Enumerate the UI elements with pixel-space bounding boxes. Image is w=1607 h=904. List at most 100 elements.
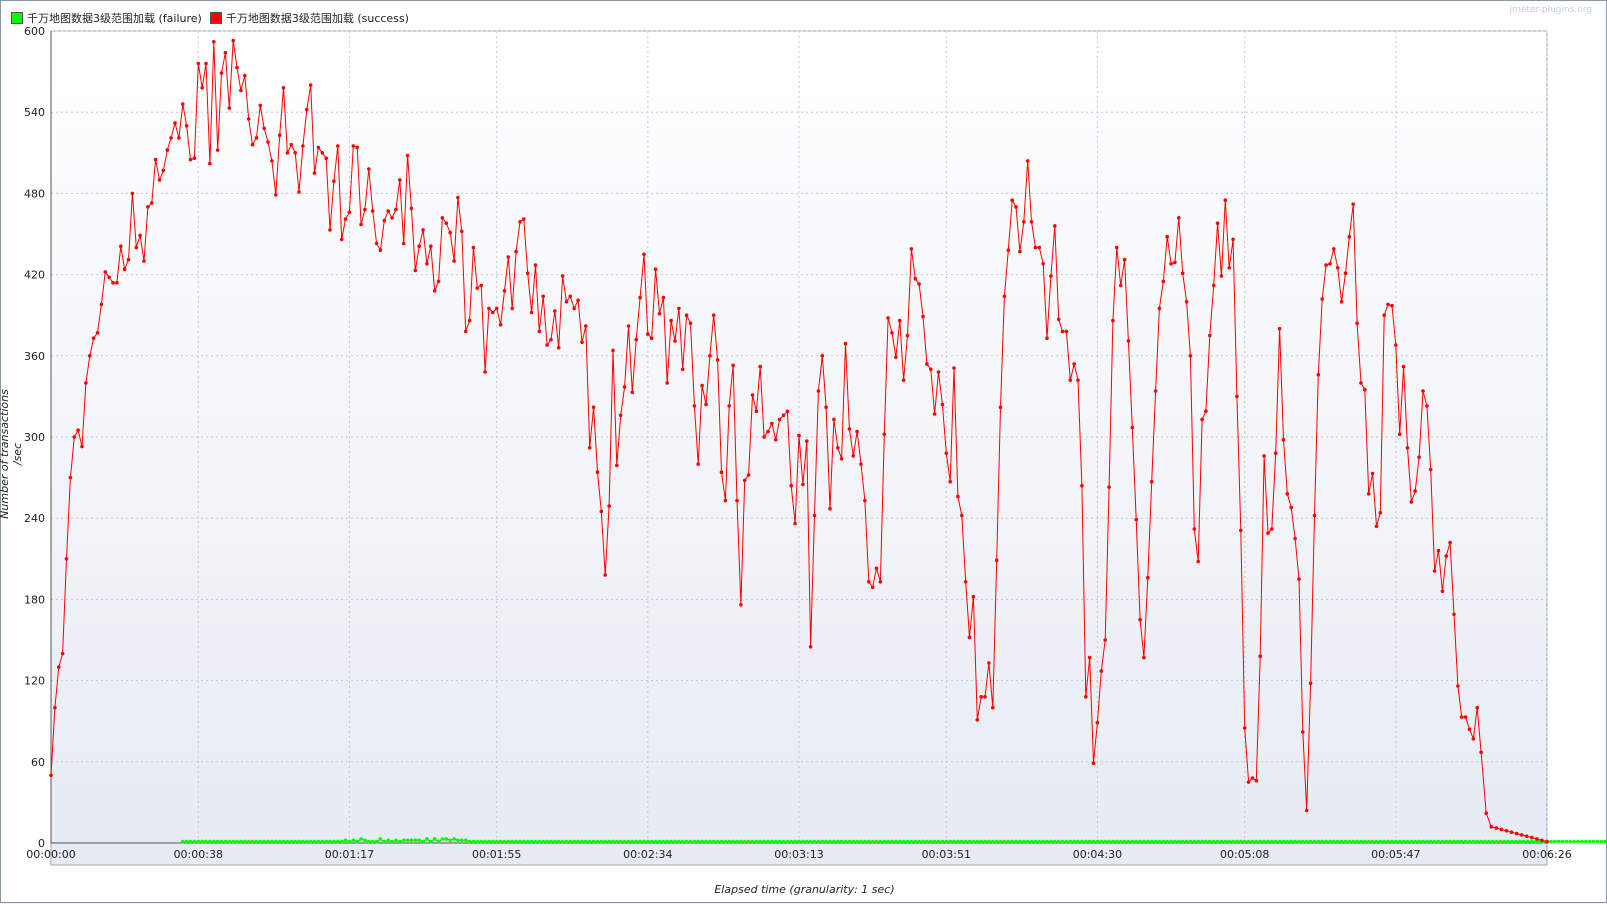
data-point (669, 318, 673, 323)
data-point (525, 271, 530, 276)
data-point (1149, 839, 1154, 844)
data-point (936, 839, 941, 844)
data-point (1277, 839, 1282, 844)
data-point (948, 479, 952, 484)
data-point (285, 151, 290, 155)
legend-swatch-success (209, 12, 222, 24)
data-point (1363, 387, 1367, 392)
data-point (572, 839, 576, 844)
data-point (1366, 839, 1371, 844)
data-point (84, 381, 88, 385)
data-point (227, 839, 232, 844)
data-point (692, 839, 697, 844)
watermark: jmeter-plugins.org (1509, 5, 1592, 15)
data-point (1324, 263, 1328, 267)
data-point (1072, 362, 1076, 366)
data-point (316, 145, 321, 150)
data-point (1397, 839, 1402, 844)
data-point (591, 405, 596, 410)
data-point (324, 156, 329, 160)
data-point (460, 838, 464, 843)
data-point (646, 332, 650, 336)
data-point (1518, 839, 1522, 844)
data-point (921, 839, 925, 844)
data-point (177, 136, 181, 140)
data-point (250, 142, 255, 147)
data-point (975, 718, 980, 722)
data-point (1444, 554, 1448, 558)
data-point (1130, 839, 1135, 844)
data-point (254, 136, 259, 140)
data-point (1029, 220, 1034, 224)
data-point (1173, 260, 1177, 265)
data-point (1235, 394, 1239, 399)
data-point (1126, 339, 1131, 343)
data-point (1540, 838, 1544, 843)
data-point (1103, 839, 1107, 844)
data-point (463, 838, 468, 843)
data-point (231, 839, 235, 844)
data-point (1479, 839, 1483, 844)
data-point (165, 148, 170, 152)
data-point (704, 839, 708, 844)
data-point (1436, 839, 1441, 844)
data-point (870, 585, 875, 589)
data-point (766, 839, 770, 844)
data-point (417, 244, 422, 248)
data-point (739, 839, 743, 844)
data-point (1010, 839, 1014, 844)
data-point (979, 695, 983, 699)
data-point (510, 839, 514, 844)
data-point (394, 207, 398, 212)
data-point (890, 839, 894, 844)
data-point (688, 839, 693, 844)
data-point (390, 839, 394, 844)
data-point (1425, 839, 1429, 844)
data-point (1060, 329, 1065, 334)
data-point (1270, 839, 1274, 844)
data-point (258, 103, 263, 108)
legend-swatch-failure (11, 12, 23, 24)
data-point (1351, 839, 1355, 844)
data-point (425, 262, 429, 266)
data-point (870, 839, 875, 844)
data-point (293, 151, 298, 155)
data-point (1273, 839, 1278, 844)
legend-item-failure[interactable]: 千万地图数据3级范围加载 (failure) (11, 10, 202, 26)
data-point (1572, 839, 1576, 844)
data-point (215, 148, 220, 152)
data-point (808, 645, 813, 649)
legend-item-success[interactable]: 千万地图数据3级范围加载 (success) (209, 10, 409, 26)
data-point (1196, 839, 1200, 844)
data-point (808, 839, 813, 844)
data-point (467, 839, 472, 844)
data-point (1239, 528, 1243, 533)
data-point (1107, 485, 1111, 489)
data-point (1006, 248, 1011, 252)
data-point (1502, 839, 1507, 844)
data-point (1421, 389, 1425, 393)
data-point (60, 651, 65, 656)
y-tick-label: 600 (24, 25, 45, 38)
data-point (801, 839, 805, 844)
data-point (285, 839, 290, 844)
data-point (1297, 839, 1301, 844)
data-point (1045, 336, 1049, 341)
data-point (1475, 839, 1479, 844)
data-point (1130, 425, 1135, 430)
data-point (1487, 839, 1491, 844)
data-point (522, 839, 526, 844)
legend-label-failure: 千万地图数据3级范围加载 (failure) (27, 12, 202, 25)
data-point (1440, 589, 1445, 594)
data-point (758, 839, 762, 844)
data-point (432, 289, 437, 293)
data-point (498, 322, 503, 327)
data-point (1603, 839, 1607, 844)
data-point (103, 270, 108, 274)
data-point (308, 839, 313, 844)
data-point (1394, 839, 1398, 844)
data-point (1041, 839, 1045, 844)
data-point (1471, 737, 1476, 741)
data-point (243, 839, 247, 844)
data-point (518, 220, 522, 224)
